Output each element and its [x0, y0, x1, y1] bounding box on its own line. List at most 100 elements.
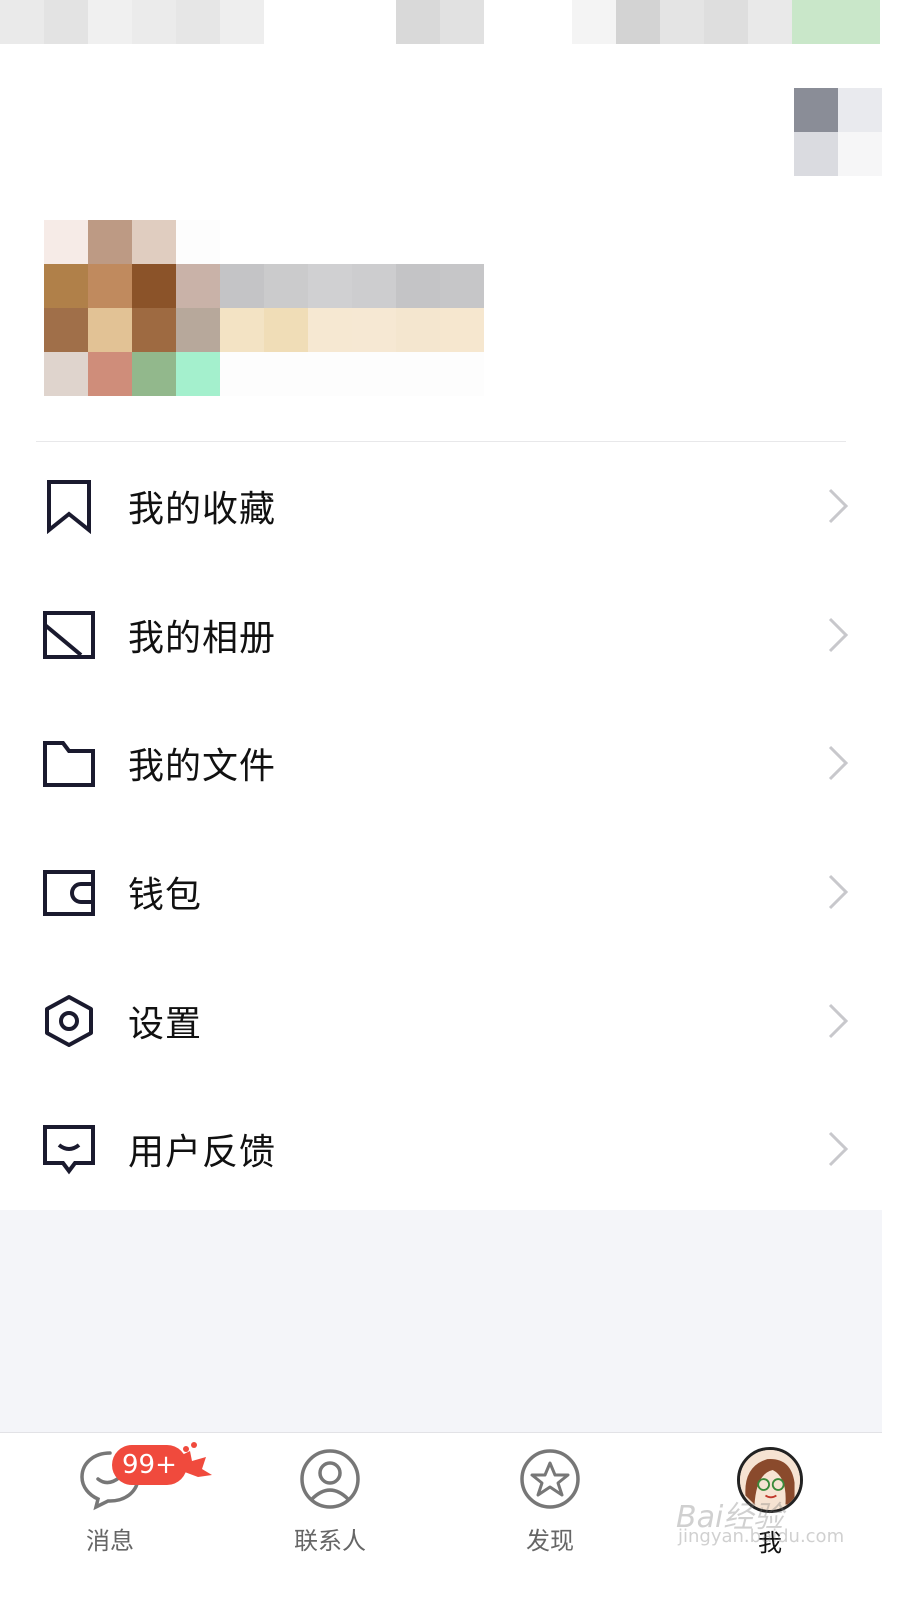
mosaic-cell: [88, 264, 132, 308]
chevron-right-icon: [828, 746, 849, 781]
mosaic-cell: [616, 0, 660, 44]
mosaic-cell: [132, 264, 176, 308]
chevron-right-icon: [828, 875, 849, 910]
mosaic-cell: [660, 0, 704, 44]
mosaic-cell: [308, 264, 352, 308]
tab-label: 消息: [86, 1527, 134, 1555]
chevron-right-icon: [828, 1132, 849, 1167]
folder-icon: [40, 734, 98, 792]
mosaic-cell: [440, 220, 484, 264]
mosaic-cell: [132, 220, 176, 264]
badge-tail-icon: [174, 1442, 212, 1477]
mosaic-cell: [88, 308, 132, 352]
menu-item-label: 我的相册: [128, 617, 277, 659]
mosaic-cell: [44, 352, 88, 396]
mosaic-cell: [0, 0, 44, 44]
contacts-icon: [300, 1449, 360, 1509]
tab-contacts[interactable]: 联系人: [270, 1447, 390, 1587]
settings-hexagon-icon: [40, 992, 98, 1050]
tab-label: 发现: [526, 1527, 574, 1555]
mosaic-cell: [44, 264, 88, 308]
discover-star-icon: [520, 1449, 580, 1509]
menu-item-settings[interactable]: 设置: [0, 956, 882, 1085]
mosaic-cell: [88, 220, 132, 264]
chevron-right-icon: [828, 489, 849, 524]
menu-item-label: 我的收藏: [128, 489, 277, 531]
mosaic-cell: [176, 220, 220, 264]
mosaic-cell: [220, 352, 264, 396]
mosaic-cell: [838, 132, 882, 176]
mosaic-cell: [308, 0, 352, 44]
mosaic-cell: [704, 0, 748, 44]
qr-code-button[interactable]: [794, 88, 882, 176]
mosaic-cell: [572, 0, 616, 44]
feedback-icon: [40, 1120, 98, 1178]
menu-item-files[interactable]: 我的文件: [0, 699, 882, 828]
mosaic-cell: [264, 0, 308, 44]
mosaic-cell: [440, 352, 484, 396]
mosaic-cell: [528, 0, 572, 44]
menu-item-album[interactable]: 我的相册: [0, 571, 882, 700]
mosaic-cell: [308, 352, 352, 396]
mosaic-cell: [748, 0, 792, 44]
menu-item-label: 设置: [128, 1003, 203, 1045]
mosaic-cell: [352, 264, 396, 308]
status-bar-mosaic: [0, 0, 880, 44]
right-edge-strip: [882, 0, 900, 1600]
menu-item-label: 钱包: [128, 875, 203, 917]
watermark-url: jingyan.baidu.com: [678, 1526, 845, 1547]
mosaic-cell: [396, 0, 440, 44]
mosaic-cell: [308, 308, 352, 352]
mosaic-cell: [132, 308, 176, 352]
profile-header-mosaic[interactable]: [44, 220, 484, 396]
mosaic-cell: [838, 88, 882, 132]
profile-menu: 我的收藏 我的相册 我的文件 钱包 设置 用户反馈: [0, 442, 882, 1214]
mosaic-cell: [308, 220, 352, 264]
wallet-icon: [40, 863, 98, 921]
mosaic-cell: [396, 308, 440, 352]
menu-item-wallet[interactable]: 钱包: [0, 828, 882, 957]
chevron-right-icon: [828, 1003, 849, 1038]
mosaic-cell: [396, 352, 440, 396]
mosaic-cell: [440, 0, 484, 44]
mosaic-cell: [836, 0, 880, 44]
mosaic-cell: [396, 220, 440, 264]
tab-discover[interactable]: 发现: [490, 1447, 610, 1587]
mosaic-cell: [792, 0, 836, 44]
mosaic-cell: [352, 0, 396, 44]
bookmark-icon: [40, 477, 98, 535]
menu-item-feedback[interactable]: 用户反馈: [0, 1085, 882, 1214]
mosaic-cell: [176, 308, 220, 352]
mosaic-cell: [88, 0, 132, 44]
menu-item-label: 我的文件: [128, 746, 277, 788]
photo-album-icon: [40, 606, 98, 664]
mosaic-cell: [264, 220, 308, 264]
mosaic-cell: [440, 308, 484, 352]
mosaic-cell: [794, 88, 838, 132]
mosaic-cell: [220, 308, 264, 352]
menu-item-label: 用户反馈: [128, 1132, 277, 1174]
mosaic-cell: [132, 352, 176, 396]
mosaic-cell: [352, 352, 396, 396]
chevron-right-icon: [828, 617, 849, 652]
mosaic-cell: [88, 352, 132, 396]
mosaic-cell: [264, 308, 308, 352]
mosaic-cell: [44, 308, 88, 352]
menu-item-favorites[interactable]: 我的收藏: [0, 442, 882, 571]
mosaic-cell: [220, 0, 264, 44]
mosaic-cell: [176, 0, 220, 44]
mosaic-cell: [794, 132, 838, 176]
mosaic-cell: [440, 264, 484, 308]
mosaic-cell: [220, 220, 264, 264]
mosaic-cell: [264, 352, 308, 396]
mosaic-cell: [264, 264, 308, 308]
mosaic-cell: [352, 220, 396, 264]
mosaic-cell: [484, 0, 528, 44]
tab-label: 联系人: [294, 1527, 366, 1555]
mosaic-cell: [352, 308, 396, 352]
empty-content-area: [0, 1210, 882, 1432]
mosaic-cell: [176, 264, 220, 308]
mosaic-cell: [44, 220, 88, 264]
mosaic-cell: [396, 264, 440, 308]
mosaic-cell: [176, 352, 220, 396]
